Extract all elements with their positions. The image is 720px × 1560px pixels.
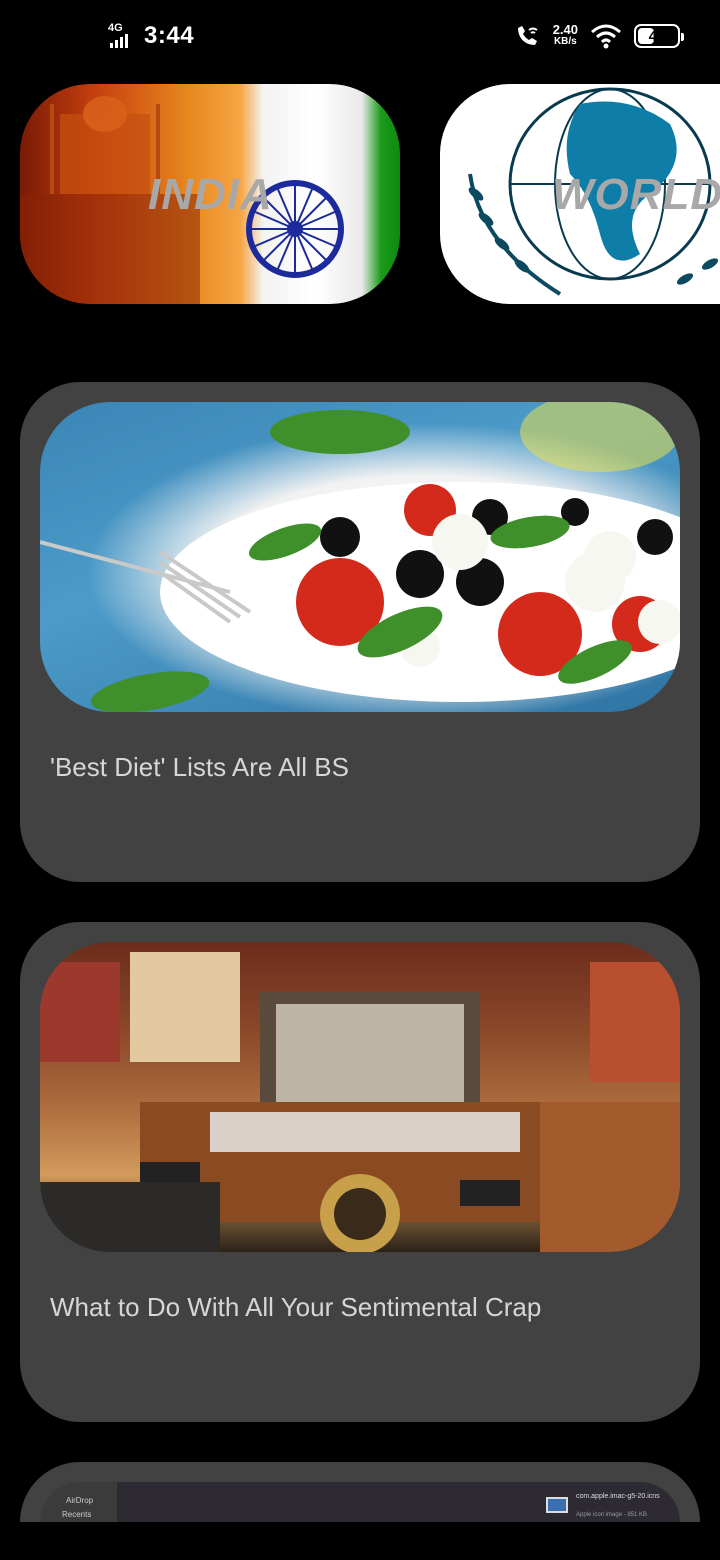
category-label-world: WORLD: [552, 170, 720, 219]
cellular-signal-icon: 4G: [108, 22, 136, 50]
article-title: 'Best Diet' Lists Are All BS: [50, 752, 349, 782]
article-image-suitcase: [40, 942, 680, 1252]
battery-percent: 43: [648, 27, 666, 45]
sidebar-item-recents: Recents: [62, 1510, 92, 1519]
clock: 3:44: [144, 22, 195, 49]
file-name: com.apple.imac-g5-20.icns: [576, 1493, 660, 1500]
network-type-label: 4G: [108, 22, 123, 34]
article-card[interactable]: What to Do With All Your Sentimental Cra…: [20, 922, 700, 1422]
category-label-india: INDIA: [148, 170, 273, 219]
status-bar: 4G 3:44 2.40 KB/s 43: [0, 0, 720, 76]
article-title: What to Do With All Your Sentimental Cra…: [50, 1292, 542, 1322]
file-icon: [546, 1497, 568, 1513]
category-india[interactable]: INDIA: [20, 84, 400, 304]
sidebar-item-airdrop: AirDrop: [66, 1496, 94, 1505]
battery-icon: 43: [634, 24, 684, 48]
network-speed: 2.40 KB/s: [552, 22, 578, 47]
category-world[interactable]: WORLD: [440, 84, 720, 304]
wifi-calling-icon: [517, 26, 538, 45]
article-card-partial[interactable]: AirDrop Recents com.apple.imac-g5-20.icn…: [20, 1462, 700, 1522]
article-image-screenshot: AirDrop Recents com.apple.imac-g5-20.icn…: [40, 1482, 680, 1522]
article-card[interactable]: 'Best Diet' Lists Are All BS: [20, 382, 700, 882]
article-image-salad: [40, 402, 680, 712]
file-meta: Apple icon image - 851 KB: [576, 1512, 648, 1518]
wifi-icon: [591, 24, 621, 49]
